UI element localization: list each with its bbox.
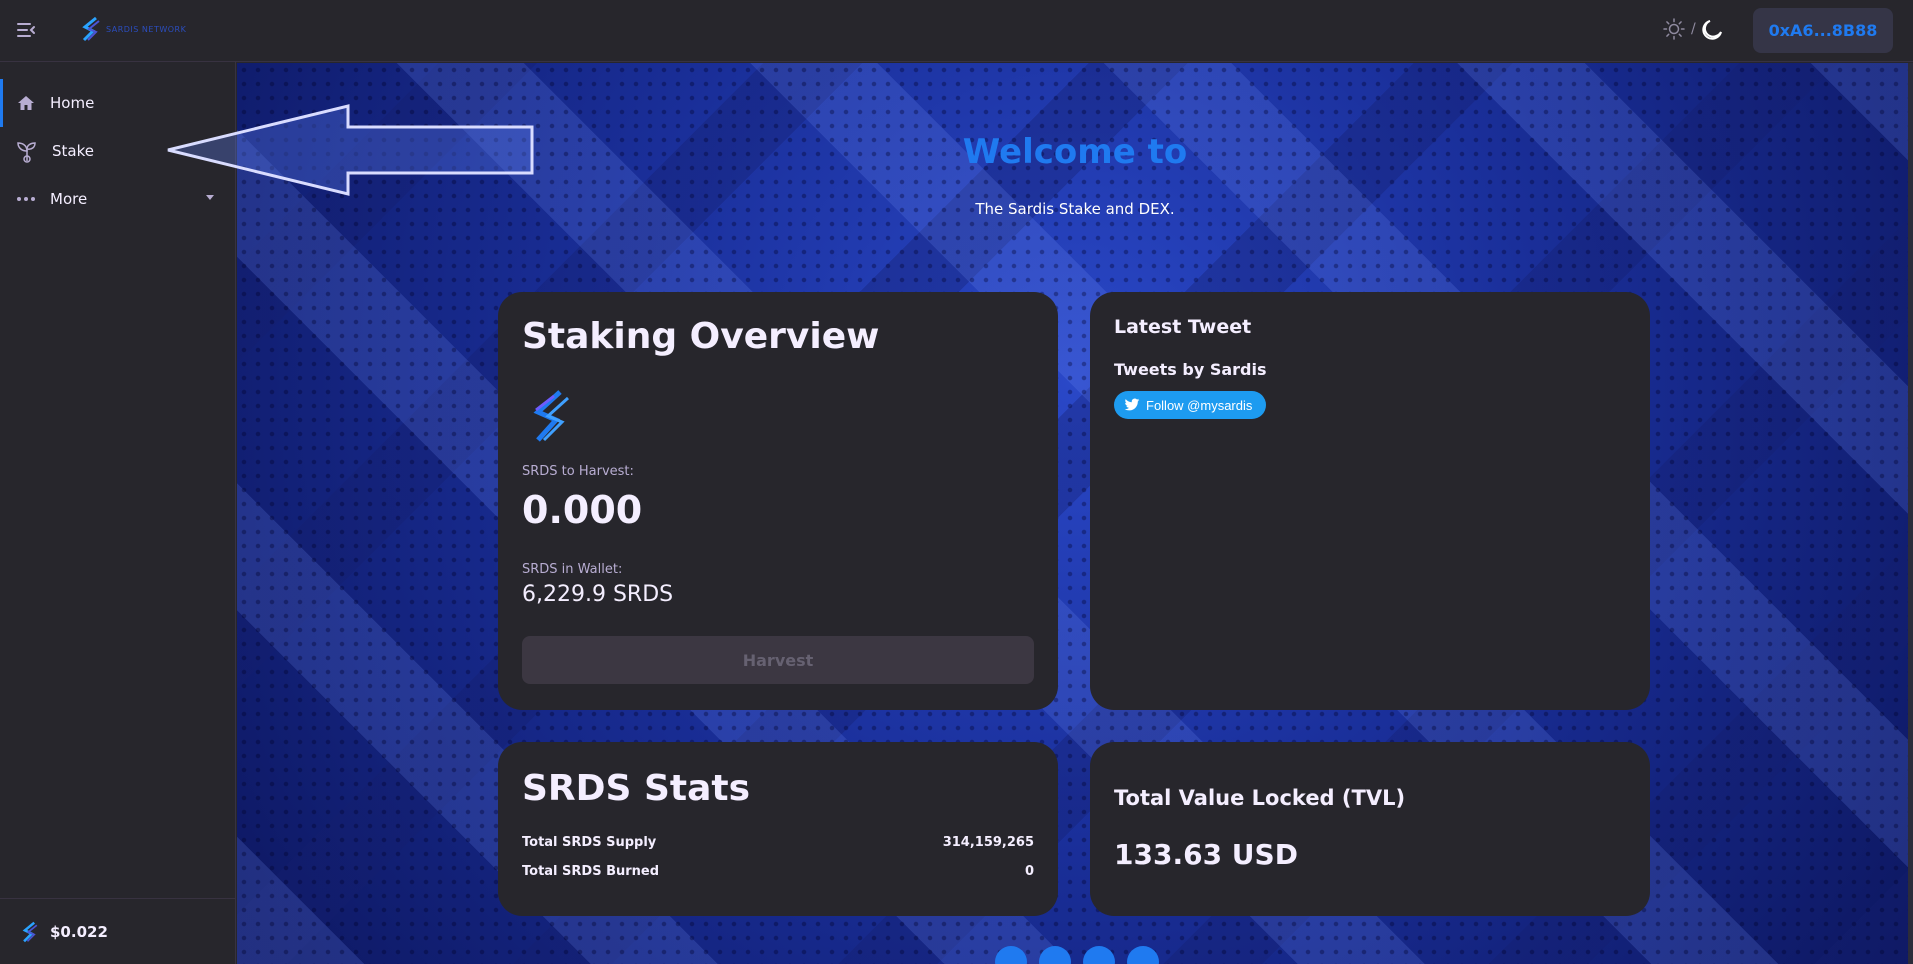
home-icon	[18, 96, 34, 110]
sidebar-item-label: Home	[50, 94, 95, 112]
github-icon[interactable]	[1127, 946, 1159, 964]
stat-value: 0	[1024, 864, 1034, 879]
srds-stats-card: SRDS Stats Total SRDS Supply 314,159,265…	[498, 742, 1058, 916]
sprout-icon	[17, 142, 36, 163]
card-title: Latest Tweet	[1114, 316, 1252, 338]
tweets-by-label[interactable]: Tweets by Sardis	[1114, 360, 1267, 379]
sardis-token-icon	[22, 921, 38, 942]
stat-row-burned: Total SRDS Burned 0	[522, 864, 1034, 879]
sardis-logo[interactable]: SARDIS NETWORK	[80, 14, 200, 44]
more-icon	[17, 197, 35, 201]
twitter-icon	[1124, 398, 1140, 411]
hero-subtitle: The Sardis Stake and DEX.	[975, 200, 1175, 218]
medium-icon[interactable]	[1083, 946, 1115, 964]
social-links	[995, 946, 1159, 964]
harvest-value: 0.000	[522, 488, 643, 532]
stat-row-supply: Total SRDS Supply 314,159,265	[522, 835, 1034, 850]
annotation-arrow-icon	[167, 104, 534, 196]
card-title: Staking Overview	[522, 316, 880, 357]
stat-value: 314,159,265	[942, 835, 1034, 850]
card-title: Total Value Locked (TVL)	[1114, 786, 1406, 810]
logo-text: SARDIS NETWORK	[106, 24, 187, 34]
stat-label: Total SRDS Supply	[522, 835, 657, 850]
stat-label: Total SRDS Burned	[522, 864, 660, 879]
follow-twitter-button[interactable]: Follow @mysardis	[1114, 391, 1266, 419]
latest-tweet-card: Latest Tweet Tweets by Sardis Follow @my…	[1090, 292, 1650, 710]
follow-label: Follow @mysardis	[1146, 397, 1253, 413]
harvest-button[interactable]: Harvest	[522, 636, 1034, 684]
tvl-value: 133.63 USD	[1114, 838, 1298, 871]
tvl-card: Total Value Locked (TVL) 133.63 USD	[1090, 742, 1650, 916]
telegram-icon[interactable]	[995, 946, 1027, 964]
sidebar-item-label: More	[50, 190, 88, 208]
sardis-logo-icon	[82, 16, 100, 42]
twitter-link-icon[interactable]	[1039, 946, 1071, 964]
srds-token-icon	[533, 390, 570, 442]
wallet-label: SRDS in Wallet:	[522, 562, 623, 577]
wallet-value: 6,229.9 SRDS	[522, 582, 674, 607]
staking-overview-card: Staking Overview SRDS to Harvest: 0.000 …	[498, 292, 1058, 710]
sidebar-item-label: Stake	[52, 142, 94, 160]
card-title: SRDS Stats	[522, 768, 751, 809]
harvest-label: SRDS to Harvest:	[522, 464, 634, 479]
token-price-value: $0.022	[50, 922, 108, 941]
menu-toggle-icon[interactable]	[16, 20, 36, 40]
token-price[interactable]: $0.022	[0, 898, 236, 964]
